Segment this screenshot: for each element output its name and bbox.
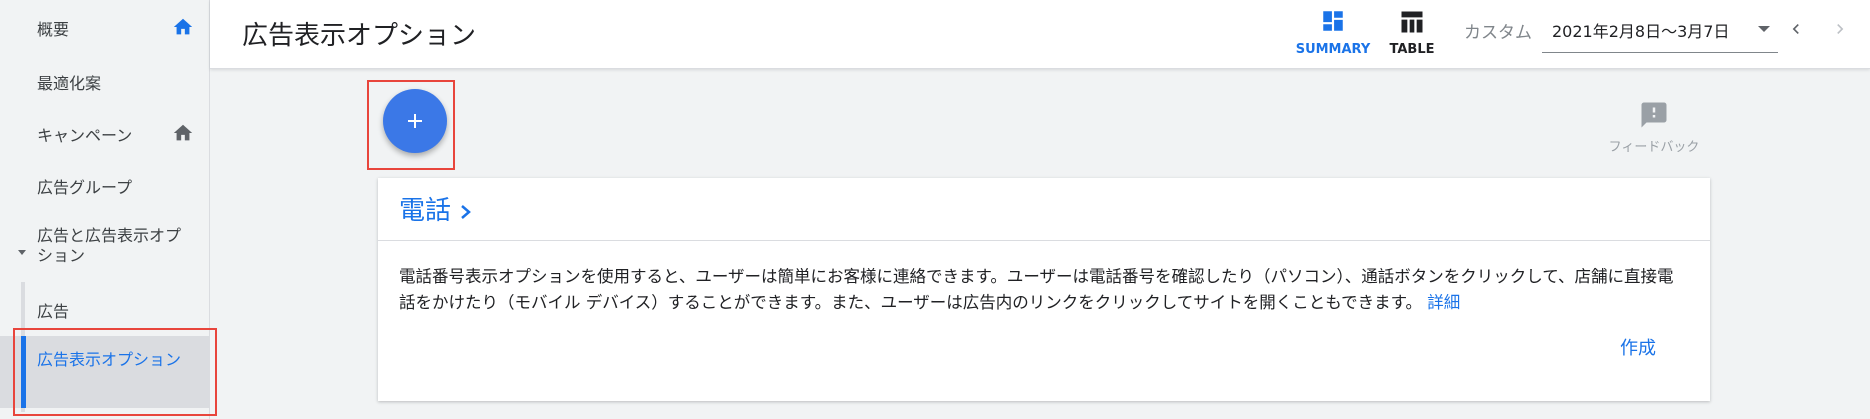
dashboard-icon [1323, 11, 1343, 31]
sidebar-item-ad-groups[interactable]: 広告グループ [0, 174, 209, 200]
highlight-box-add-button [367, 80, 455, 170]
card-description-text: 電話番号表示オプションを使用すると、ユーザーは簡単にお客様に連絡できます。ユーザ… [399, 267, 1674, 312]
sidebar-item-recommendations[interactable]: 最適化案 [0, 70, 209, 96]
feedback-label: フィードバック [1608, 140, 1700, 155]
date-range-value: 2021年2月8日〜3月7日 [1552, 22, 1730, 41]
summary-label: SUMMARY [1295, 42, 1371, 57]
card-title[interactable]: 電話 [399, 190, 451, 227]
sidebar-item-label: 広告と広告表示オプション [37, 226, 182, 265]
sidebar-item-label: キャンペーン [37, 126, 133, 145]
table-view-button[interactable]: TABLE [1372, 6, 1452, 62]
caret-down-icon [18, 250, 26, 255]
summary-view-button[interactable]: SUMMARY [1293, 6, 1373, 62]
chevron-right-icon[interactable] [458, 202, 474, 222]
card-description: 電話番号表示オプションを使用すると、ユーザーは簡単にお客様に連絡できます。ユーザ… [399, 264, 1689, 316]
top-bar: 広告表示オプション SUMMARY TABLE カスタム 2021年2月8日〜3… [210, 0, 1870, 69]
call-extension-card: 電話 電話番号表示オプションを使用すると、ユーザーは簡単にお客様に連絡できます。… [378, 178, 1710, 401]
create-button[interactable]: 作成 [1620, 334, 1656, 360]
highlight-box-sidebar [13, 328, 217, 416]
sidebar-item-overview[interactable]: 概要 [0, 16, 209, 42]
feedback-button[interactable]: フィードバック [1596, 100, 1712, 155]
next-period-icon[interactable] [1830, 18, 1850, 40]
sidebar-item-ads-and-extensions[interactable]: 広告と広告表示オプション [0, 226, 209, 270]
date-range-select[interactable]: 2021年2月8日〜3月7日 [1542, 12, 1778, 53]
table-icon [1401, 11, 1423, 33]
sidebar-item-ads[interactable]: 広告 [0, 298, 209, 324]
date-range-type-label: カスタム [1464, 23, 1532, 43]
feedback-icon [1641, 102, 1667, 128]
sidebar-item-label: 最適化案 [37, 74, 102, 93]
dropdown-arrow-icon [1758, 26, 1770, 32]
home-icon [173, 18, 193, 35]
details-link[interactable]: 詳細 [1427, 293, 1460, 312]
home-icon [173, 124, 193, 141]
previous-period-icon[interactable] [1786, 18, 1806, 40]
sidebar-item-campaigns[interactable]: キャンペーン [0, 122, 209, 148]
table-label: TABLE [1389, 42, 1435, 57]
card-header: 電話 [378, 178, 1710, 241]
sidebar-item-label: 概要 [37, 20, 70, 39]
page-title: 広告表示オプション [242, 21, 477, 51]
sidebar-item-label: 広告 [37, 302, 70, 321]
sidebar-item-label: 広告グループ [37, 178, 133, 197]
